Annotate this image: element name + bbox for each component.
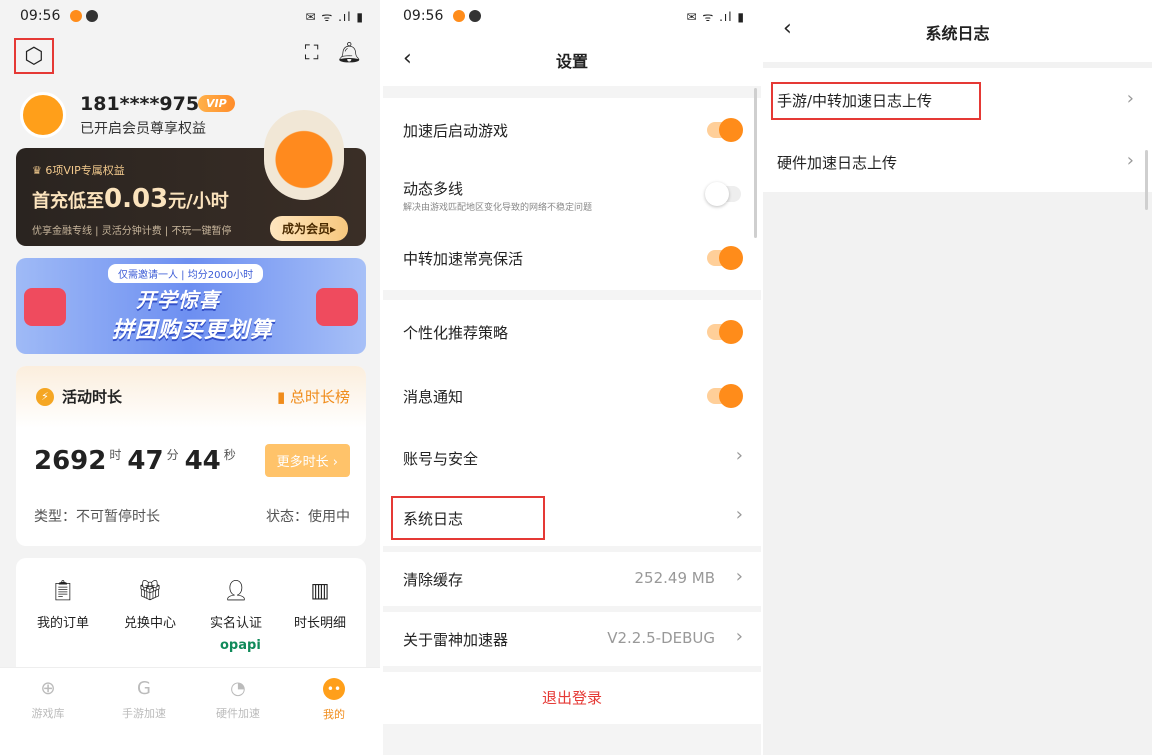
gift-icon	[316, 288, 358, 326]
notification-icon	[86, 10, 98, 22]
total-rank-link[interactable]: ▮ 总时长榜	[277, 386, 350, 407]
settings-screen: 09:56 ✉ ᯤ .ıl ▮ ‹ 设置 加速后启动游戏 动态多线 解决由游戏匹…	[383, 0, 761, 755]
banner-line2: 拼团购买更划算	[112, 318, 274, 343]
page-title: 系统日志	[925, 24, 990, 43]
toggle-launch-after-boost[interactable]	[707, 118, 743, 142]
rocket-icon: G	[137, 678, 151, 699]
logout-button[interactable]: 退出登录	[383, 672, 761, 724]
settings-row-about[interactable]: 关于雷神加速器 V2.2.5-DEBUG ›	[383, 612, 761, 666]
grid-item-redeem[interactable]: 🎁︎ 兑换中心	[110, 578, 190, 631]
chevron-right-icon: ›	[735, 626, 743, 647]
syslog-nav: ‹ 系统日志	[763, 0, 1152, 62]
highlight-box	[391, 496, 545, 540]
system-status-icons: ✉ ᯤ .ıl ▮	[686, 10, 745, 24]
tab-game-library[interactable]: ⊕ 游戏库	[8, 678, 88, 721]
tab-hardware-boost[interactable]: ◔ 硬件加速	[198, 678, 278, 721]
syslog-row-hardware[interactable]: 硬件加速日志上传 ›	[763, 132, 1152, 192]
scrollbar[interactable]	[754, 88, 757, 238]
profile-screen: 09:56 ✉ ᯤ .ıl ▮ ⬡ ⛶ 🔔︎ 181****9759 VIP 已开…	[0, 0, 380, 755]
chevron-right-icon: ›	[1126, 88, 1134, 109]
settings-row-relay-keepalive: 中转加速常亮保活	[383, 226, 761, 290]
time-detail-icon: ▥	[310, 578, 330, 602]
activity-time: 2692 时 47 分 44 秒	[34, 446, 236, 476]
banner-line1: 开学惊喜	[136, 288, 220, 312]
page-title: 设置	[555, 52, 588, 71]
notification-icon	[469, 10, 481, 22]
more-time-button[interactable]: 更多时长 ›	[264, 444, 350, 477]
activity-card: ⚡ 活动时长 ▮ 总时长榜 2692 时 47 分 44 秒 更多时长 › 类型：不可暂停…	[16, 366, 366, 546]
activity-type: 类型：不可暂停时长	[34, 509, 160, 525]
user-phone: 181****9759	[80, 93, 213, 115]
profile-face-icon: ••	[323, 678, 345, 700]
member-subtitle: 已开启会员尊享权益	[80, 121, 206, 137]
chevron-right-icon: ›	[735, 566, 743, 587]
bottom-tabbar: ⊕ 游戏库 G 手游加速 ◔ 硬件加速 •• 我的	[0, 667, 380, 755]
function-grid: 📋︎ 我的订单 🎁︎ 兑换中心 👤︎ 实名认证 ▥ 时长明细	[16, 558, 366, 678]
gamepad-icon: ⊕	[40, 678, 56, 699]
vip-features: 优享金融专线 | 灵活分钟计费 | 不玩一键暂停	[32, 226, 232, 237]
tab-me[interactable]: •• 我的	[294, 678, 374, 722]
activity-title: 活动时长	[62, 388, 123, 406]
scrollbar[interactable]	[1145, 150, 1148, 210]
vip-tag: ♛ 6项VIP专属权益	[32, 164, 125, 177]
promo-banner[interactable]: 仅需邀请一人 | 均分2000小时 开学惊喜 拼团购买更划算	[16, 258, 366, 354]
avatar[interactable]	[20, 92, 66, 138]
grid-item-time-detail[interactable]: ▥ 时长明细	[280, 578, 360, 631]
settings-row-account-security[interactable]: 账号与安全 ›	[383, 428, 761, 488]
settings-row-clear-cache[interactable]: 清除缓存 252.49 MB ›	[383, 552, 761, 606]
bell-icon[interactable]: 🔔︎	[337, 40, 362, 64]
lightning-icon: ⚡	[36, 388, 54, 406]
vip-mascot-image	[264, 110, 344, 200]
app-notification-icon	[453, 10, 465, 22]
activity-status: 状态：使用中	[266, 509, 350, 525]
toggle-personalized[interactable]	[707, 320, 743, 344]
speedometer-icon: ◔	[230, 678, 246, 699]
settings-hex-icon[interactable]: ⬡	[14, 38, 54, 74]
status-bar: 09:56 ✉ ᯤ .ıl ▮	[0, 0, 380, 34]
app-notification-icon	[70, 10, 82, 22]
vip-title: 首充低至0.03元/小时	[32, 184, 229, 214]
grid-item-orders[interactable]: 📋︎ 我的订单	[23, 578, 103, 631]
gift-box-icon: 🎁︎	[137, 578, 163, 602]
gift-icon	[24, 288, 66, 326]
settings-row-dynamic-multiline: 动态多线 解决由游戏匹配地区变化导致的网络不稳定问题	[383, 162, 761, 226]
chevron-right-icon: ›	[735, 445, 743, 466]
settings-nav: ‹ 设置	[383, 34, 761, 86]
scan-icon[interactable]: ⛶	[305, 40, 319, 64]
chevron-right-icon: ›	[1126, 150, 1134, 171]
toggle-dynamic-multiline[interactable]	[705, 182, 741, 206]
toggle-notifications[interactable]	[707, 384, 743, 408]
id-card-icon: 👤︎	[223, 578, 249, 602]
highlight-box	[771, 82, 981, 120]
settings-row-personalized: 个性化推荐策略	[383, 300, 761, 364]
system-status-icons: ✉ ᯤ .ıl ▮	[305, 10, 364, 24]
chevron-right-icon: ›	[735, 504, 743, 525]
system-log-screen: ‹ 系统日志 手游/中转加速日志上传 › 硬件加速日志上传 ›	[763, 0, 1152, 755]
status-time: 09:56	[20, 8, 61, 24]
grid-item-realname[interactable]: 👤︎ 实名认证	[196, 578, 276, 631]
tab-mobile-boost[interactable]: G 手游加速	[104, 678, 184, 721]
toggle-relay-keepalive[interactable]	[707, 246, 743, 270]
status-time: 09:56	[403, 8, 444, 24]
become-member-button[interactable]: 成为会员▸	[269, 216, 348, 241]
settings-row-notifications: 消息通知	[383, 364, 761, 428]
vip-badge: VIP	[198, 95, 235, 112]
opapi-label: opapi	[220, 638, 261, 653]
status-bar: 09:56 ✉ ᯤ .ıl ▮	[383, 0, 761, 34]
settings-row-launch-after-boost: 加速后启动游戏	[383, 98, 761, 162]
clipboard-icon: 📋︎	[50, 578, 76, 602]
banner-pill: 仅需邀请一人 | 均分2000小时	[108, 264, 264, 283]
